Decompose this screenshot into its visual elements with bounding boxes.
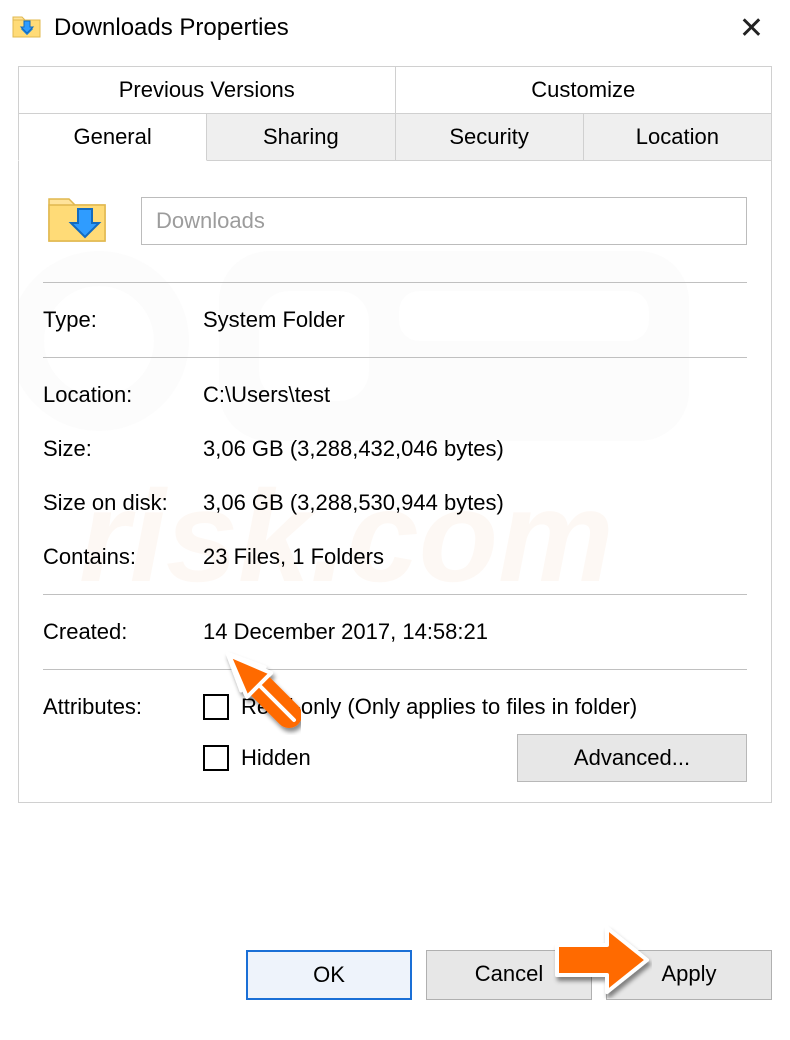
tabs-row-bottom: General Sharing Security Location <box>18 113 772 161</box>
ok-button[interactable]: OK <box>246 950 412 1000</box>
tab-general[interactable]: General <box>18 113 207 161</box>
folder-icon <box>10 9 44 48</box>
tabs-row-top: Previous Versions Customize <box>18 66 772 113</box>
contains-value: 23 Files, 1 Folders <box>203 544 747 570</box>
tab-panel-general: risk.com Downloads Type: System Folder L… <box>18 161 772 803</box>
attributes-label: Attributes: <box>43 694 203 782</box>
tab-location[interactable]: Location <box>584 113 772 161</box>
advanced-button[interactable]: Advanced... <box>517 734 747 782</box>
annotation-arrow-icon <box>552 920 652 1000</box>
contains-label: Contains: <box>43 544 203 570</box>
tab-sharing[interactable]: Sharing <box>207 113 395 161</box>
separator <box>43 594 747 595</box>
folder-header-row: Downloads <box>43 183 747 258</box>
separator <box>43 669 747 670</box>
created-label: Created: <box>43 619 203 645</box>
created-value: 14 December 2017, 14:58:21 <box>203 619 747 645</box>
size-on-disk-label: Size on disk: <box>43 490 203 516</box>
info-section-1: Type: System Folder <box>43 307 747 333</box>
dialog-footer: OK Cancel Apply <box>0 936 790 1014</box>
separator <box>43 357 747 358</box>
attributes-section: Attributes: Read-only (Only applies to f… <box>43 694 747 782</box>
hidden-checkbox[interactable] <box>203 745 229 771</box>
annotation-arrow-icon <box>219 645 309 735</box>
hidden-label: Hidden <box>241 745 311 771</box>
tab-security[interactable]: Security <box>396 113 584 161</box>
location-label: Location: <box>43 382 203 408</box>
size-label: Size: <box>43 436 203 462</box>
title-bar: Downloads Properties ✕ <box>0 0 790 56</box>
tab-previous-versions[interactable]: Previous Versions <box>19 67 396 113</box>
type-label: Type: <box>43 307 203 333</box>
close-button[interactable]: ✕ <box>725 7 778 50</box>
size-on-disk-value: 3,06 GB (3,288,530,944 bytes) <box>203 490 747 516</box>
info-section-3: Created: 14 December 2017, 14:58:21 <box>43 619 747 645</box>
size-value: 3,06 GB (3,288,432,046 bytes) <box>203 436 747 462</box>
location-value: C:\Users\test <box>203 382 747 408</box>
type-value: System Folder <box>203 307 747 333</box>
window-title: Downloads Properties <box>54 14 289 42</box>
separator <box>43 282 747 283</box>
tab-customize[interactable]: Customize <box>396 67 772 113</box>
folder-large-icon <box>43 183 113 258</box>
folder-name-field[interactable]: Downloads <box>141 197 747 245</box>
info-section-2: Location: C:\Users\test Size: 3,06 GB (3… <box>43 382 747 570</box>
